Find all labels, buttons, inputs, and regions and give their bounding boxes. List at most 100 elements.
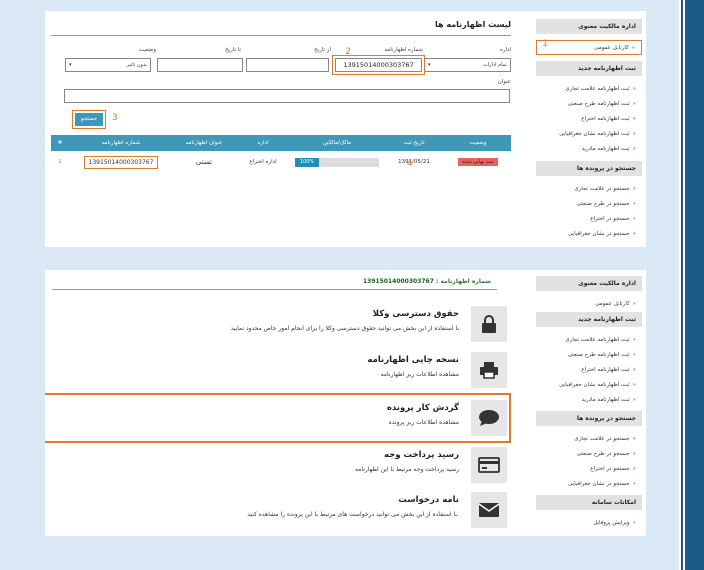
appno-input[interactable]: 13915014000303767 bbox=[332, 55, 425, 75]
card-description: مشاهده اطلاعات ریز پرونده bbox=[388, 419, 459, 426]
column-header-5: تاریخ ثبت bbox=[383, 135, 445, 151]
reg-item-4[interactable]: ثبت اظهارنامه مادرید» bbox=[536, 142, 642, 157]
chevron-right-icon: » bbox=[632, 337, 636, 343]
sidebar-item-label: ثبت اظهارنامه علامت تجاری bbox=[565, 86, 630, 92]
action-card-3[interactable]: رسید پرداخت وجه رسید پرداخت وجه مرتبط با … bbox=[67, 447, 507, 487]
card-title[interactable]: حقوق دسترسی وکلا bbox=[373, 309, 459, 319]
search-item-3[interactable]: جستجو در نشان جغرافیایی» bbox=[536, 227, 642, 242]
action-card-0[interactable]: حقوق دسترسی وکلا با استفاده از این بخش می… bbox=[67, 306, 507, 346]
card-description: مشاهده اطلاعات ریز اظهارنامه bbox=[380, 371, 459, 378]
reg-item-3[interactable]: ثبت اظهارنامه نشان جغرافیایی» bbox=[536, 127, 642, 142]
search-item-2[interactable]: جستجو در اختراع» bbox=[536, 462, 642, 477]
sidebar-item-profile[interactable]: ویرایش پروفایل» bbox=[536, 516, 642, 531]
from-date-input[interactable] bbox=[246, 58, 329, 72]
chevron-right-icon: » bbox=[632, 86, 636, 92]
column-header-3: اداره bbox=[235, 135, 291, 151]
sidebar-item-label: ثبت اظهارنامه اختراع bbox=[581, 367, 630, 373]
card-title[interactable]: نامه درخواست bbox=[398, 495, 459, 505]
progress-track: 100% bbox=[295, 157, 379, 167]
search-item-1[interactable]: جستجو در طرح صنعتی» bbox=[536, 197, 642, 212]
chevron-right-icon: » bbox=[632, 367, 636, 373]
right-edge-bar bbox=[679, 0, 704, 570]
reg-item-4[interactable]: ثبت اظهارنامه مادرید» bbox=[536, 393, 642, 408]
office-label: اداره bbox=[499, 47, 511, 53]
reg-item-2[interactable]: ثبت اظهارنامه اختراع» bbox=[536, 112, 642, 127]
search-item-2[interactable]: جستجو در اختراع» bbox=[536, 212, 642, 227]
sidebar-section-tools: امکانات سامانه bbox=[536, 495, 642, 510]
chevron-right-icon: » bbox=[632, 397, 636, 403]
chevron-right-icon: » bbox=[631, 45, 635, 51]
status-select[interactable]: ▾ بدون تاثیر bbox=[65, 58, 151, 72]
action-card-1[interactable]: نسخه چاپی اظهارنامه مشاهده اطلاعات ریز اظ… bbox=[67, 352, 507, 392]
app-number-label: شماره اظهارنامه : bbox=[436, 278, 491, 285]
card-title[interactable]: نسخه چاپی اظهارنامه bbox=[367, 355, 459, 365]
reg-item-0[interactable]: ثبت اظهارنامه علامت تجاری» bbox=[536, 82, 642, 97]
chevron-right-icon: » bbox=[632, 352, 636, 358]
card-title[interactable]: گردش کار پرونده bbox=[387, 403, 459, 413]
sidebar-section-search: جستجو در پرونده ها bbox=[536, 161, 642, 176]
sidebar-item-label: جستجو در اختراع bbox=[590, 466, 630, 472]
card-description: با استفاده از این بخش می توانید درخواست … bbox=[247, 511, 459, 518]
callout-3: 3 bbox=[112, 113, 118, 123]
sidebar-item-label: جستجو در طرح صنعتی bbox=[576, 201, 630, 207]
sidebar-item-kartabl[interactable]: کارتابل عمومی» bbox=[536, 40, 642, 55]
reg-item-0[interactable]: ثبت اظهارنامه علامت تجاری» bbox=[536, 333, 642, 348]
sidebar-item-label: ثبت اظهارنامه مادرید bbox=[581, 397, 630, 403]
search-item-3[interactable]: جستجو در نشان جغرافیایی» bbox=[536, 477, 642, 492]
search-menu: جستجو در علامت تجاری» جستجو در طرح صنعتی»… bbox=[536, 432, 642, 492]
results-table: # شماره اظهارنامه عنوان اظهارنامه اداره مالک… bbox=[51, 135, 511, 173]
sidebar-item-label: جستجو در علامت تجاری bbox=[574, 436, 630, 442]
reg-item-2[interactable]: ثبت اظهارنامه اختراع» bbox=[536, 363, 642, 378]
lock-icon bbox=[471, 306, 507, 342]
search-item-1[interactable]: جستجو در طرح صنعتی» bbox=[536, 447, 642, 462]
table-row[interactable]: 1 13915014000303767 تستی اداره اختراع 10… bbox=[51, 151, 511, 173]
sidebar-item-label: کارتابل عمومی bbox=[594, 45, 629, 51]
sidebar-item-label: ثبت اظهارنامه طرح صنعتی bbox=[567, 352, 630, 358]
column-header-0: # bbox=[51, 135, 69, 151]
action-card-4[interactable]: نامه درخواست با استفاده از این بخش می توا… bbox=[67, 492, 507, 532]
sidebar-section-search: جستجو در پرونده ها bbox=[536, 411, 642, 426]
sidebar-item-kartabl[interactable]: کارتابل عمومی» bbox=[536, 297, 642, 312]
status-badge: ثبت نهایی شده bbox=[458, 158, 498, 166]
row-owner-progress: 100% bbox=[291, 151, 383, 173]
row-appno[interactable]: 13915014000303767 bbox=[83, 155, 159, 169]
search-item-0[interactable]: جستجو در علامت تجاری» bbox=[536, 182, 642, 197]
callout-1: 1 bbox=[542, 39, 548, 49]
sidebar: اداره مالکیت معنوی کارتابل عمومی» ثبت اظ… bbox=[536, 19, 642, 242]
to-date-input[interactable] bbox=[157, 58, 243, 72]
reg-item-1[interactable]: ثبت اظهارنامه طرح صنعتی» bbox=[536, 97, 642, 112]
title-input[interactable] bbox=[64, 89, 510, 103]
card-description: با استفاده از این بخش می توانید حقوق دست… bbox=[230, 325, 459, 332]
list-main: لیست اظهارنامه ها اداره ▾ تمام ادارات شما… bbox=[51, 11, 511, 247]
reg-item-1[interactable]: ثبت اظهارنامه طرح صنعتی» bbox=[536, 348, 642, 363]
sidebar-item-label: ویرایش پروفایل bbox=[593, 520, 630, 526]
application-list-panel: اداره مالکیت معنوی کارتابل عمومی» ثبت اظ… bbox=[45, 11, 646, 247]
chevron-down-icon: ▾ bbox=[428, 62, 431, 68]
sidebar-item-label: جستجو در اختراع bbox=[590, 216, 630, 222]
reg-item-3[interactable]: ثبت اظهارنامه نشان جغرافیایی» bbox=[536, 378, 642, 393]
register-menu: ثبت اظهارنامه علامت تجاری» ثبت اظهارنامه … bbox=[536, 333, 642, 408]
office-select[interactable]: ▾ تمام ادارات bbox=[424, 58, 511, 72]
action-card-2[interactable]: گردش کار پرونده مشاهده اطلاعات ریز پرونده bbox=[45, 393, 511, 443]
chevron-right-icon: » bbox=[632, 131, 636, 137]
card-title[interactable]: رسید پرداخت وجه bbox=[384, 450, 459, 460]
search-item-0[interactable]: جستجو در علامت تجاری» bbox=[536, 432, 642, 447]
row-office: اداره اختراع bbox=[249, 159, 277, 165]
sidebar-section-ip-office: اداره مالکیت معنوی bbox=[536, 19, 642, 34]
credit-card-icon bbox=[471, 447, 507, 483]
status-value: بدون تاثیر bbox=[126, 62, 147, 68]
chevron-right-icon: » bbox=[632, 216, 636, 222]
card-description: رسید پرداخت وجه مرتبط با این اظهارنامه bbox=[354, 466, 459, 473]
sidebar-section-register: ثبت اظهارنامه جدید bbox=[536, 61, 642, 76]
highlight-box bbox=[45, 393, 511, 443]
sidebar: اداره مالکیت معنوی کارتابل عمومی» ثبت اظ… bbox=[536, 276, 642, 536]
search-button[interactable]: جستجو bbox=[72, 110, 106, 129]
from-date-label: از تاریخ bbox=[314, 47, 331, 53]
title-label: عنوان bbox=[497, 79, 511, 85]
app-number-value: 13915014000303767 bbox=[362, 278, 434, 285]
row-appno-cell[interactable]: 13915014000303767 bbox=[69, 151, 173, 173]
header-divider bbox=[52, 289, 497, 290]
sidebar-section-ip-office: اداره مالکیت معنوی bbox=[536, 276, 642, 291]
office-value: تمام ادارات bbox=[482, 62, 507, 68]
sidebar-item-label: ثبت اظهارنامه مادرید bbox=[581, 146, 630, 152]
